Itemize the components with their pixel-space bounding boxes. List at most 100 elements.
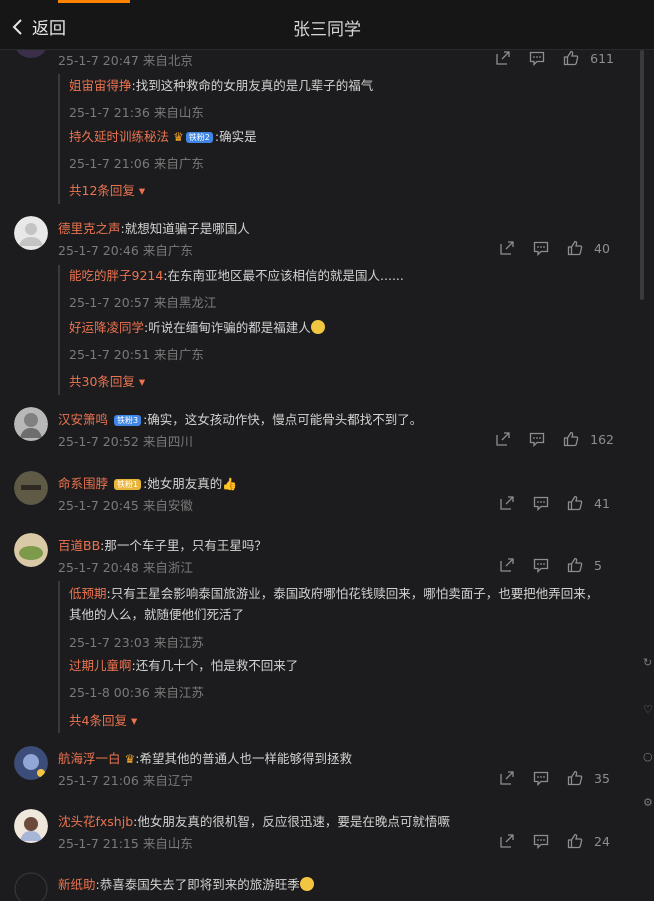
comment-text: 命系围脖 铁粉1:她女朋友真的👍 (58, 476, 238, 491)
comment-icon[interactable] (520, 430, 554, 448)
thumbs-up-icon[interactable] (558, 832, 592, 850)
comment-actions: 5 (490, 556, 614, 574)
page-title: 张三同学 (293, 20, 361, 40)
comment-actions: 162 (486, 430, 614, 448)
reply-text: 过期儿童啊:还有几十个，怕是救不回来了 (69, 658, 299, 673)
comment-icon[interactable] (524, 494, 558, 512)
comment-text: 新纸助:恭喜泰国失去了即将到来的旅游旺季 (58, 874, 314, 893)
comment-username[interactable]: 百道BB (58, 538, 100, 553)
comment-actions: 41 (490, 494, 614, 512)
comment-icon[interactable] (524, 239, 558, 257)
caret-down-icon: ▾ (138, 183, 146, 198)
more-replies-link[interactable]: 共4条回复 ▾ (69, 710, 137, 729)
caret-down-icon: ▾ (138, 374, 146, 389)
comment-actions: 35 (490, 769, 614, 787)
reply-username[interactable]: 过期儿童啊 (69, 658, 132, 673)
thumbs-up-emoji-icon: 👍 (222, 477, 238, 491)
reply-username[interactable]: 姐宙宙得挣 (69, 78, 132, 93)
comment-meta: 25-1-7 21:15 来自山东 (58, 836, 193, 851)
thumbs-up-icon[interactable] (558, 494, 592, 512)
comment-text: 航海浮一白 ♛:希望其他的普通人也一样能够得到拯救 (58, 751, 352, 766)
reply-meta: 25-1-8 00:36 来自江苏 (69, 685, 204, 700)
comment-text: 沈头花fxshjb:他女朋友真的很机智，反应很迅速，要是在晚点可就悟噘 (58, 814, 450, 829)
reply-username[interactable]: 能吃的胖子9214 (69, 268, 163, 283)
reply-item: 姐宙宙得挣:找到这种救命的女朋友真的是几辈子的福气 25-1-7 21:36 来… (69, 77, 617, 121)
comment-text: 百道BB:那一个车子里，只有王星吗？ (58, 538, 267, 553)
accent-indicator (58, 0, 130, 3)
reply-list: 低预期:只有王星会影响泰国旅游业，泰国政府哪怕花钱赎回来，哪怕卖面子，也要把他弄… (58, 581, 624, 733)
like-count[interactable]: 5 (594, 558, 614, 573)
side-comment-icon[interactable]: ○ (643, 750, 654, 764)
like-count[interactable]: 611 (590, 51, 614, 66)
side-heart-icon[interactable]: ♡ (643, 703, 654, 717)
like-count[interactable]: 24 (594, 834, 614, 849)
reply-text: 低预期:只有王星会影响泰国旅游业，泰国政府哪怕花钱赎回来，哪怕卖面子，也要把他弄… (69, 586, 599, 622)
fan-badge: 铁粉1 (114, 479, 142, 490)
comment-username[interactable]: 命系围脖 (58, 476, 108, 491)
thumbs-up-icon[interactable] (558, 239, 592, 257)
like-count[interactable]: 162 (590, 432, 614, 447)
reply-item: 过期儿童啊:还有几十个，怕是救不回来了 25-1-8 00:36 来自江苏 (69, 657, 617, 701)
crown-icon: ♛ (173, 130, 184, 144)
comment-text: 汉安箫鸣 铁粉3:确实，这女孩动作快，慢点可能骨头都找不到了。 (58, 412, 423, 427)
avatar[interactable] (14, 533, 48, 567)
more-replies-link[interactable]: 共30条回复 ▾ (69, 371, 145, 390)
reply-item: 持久延时训练秘法 ♛ 铁粉2:确实是 25-1-7 21:06 来自广东 (69, 128, 617, 172)
comment-username[interactable]: 德里克之声 (58, 221, 121, 236)
comment-username[interactable]: 汉安箫鸣 (58, 412, 108, 427)
share-icon[interactable] (486, 430, 520, 448)
reply-username[interactable]: 好运降凌同学 (69, 320, 144, 335)
avatar[interactable] (14, 809, 48, 843)
comment-meta: 25-1-7 20:47 来自北京 (58, 53, 193, 68)
comment-list: 25-1-7 20:47 来自北京 611 姐宙宙得挣:找到这种救命的女朋友真的… (0, 0, 634, 901)
share-icon[interactable] (490, 769, 524, 787)
thumbs-up-icon[interactable] (554, 49, 588, 67)
avatar[interactable] (14, 746, 48, 780)
reply-item: 好运降凌同学:听说在缅甸诈骗的都是福建人 25-1-7 20:51 来自广东 (69, 319, 617, 363)
like-count[interactable]: 40 (594, 241, 614, 256)
fan-badge: 铁粉2 (185, 132, 213, 143)
comment-meta: 25-1-7 20:46 来自广东 (58, 243, 193, 258)
share-icon[interactable] (490, 556, 524, 574)
caret-down-icon: ▾ (130, 713, 138, 728)
comment-username[interactable]: 航海浮一白 (58, 751, 121, 766)
comment-icon[interactable] (524, 832, 558, 850)
share-icon[interactable] (490, 494, 524, 512)
avatar[interactable] (14, 216, 48, 250)
comment-actions: 24 (490, 832, 614, 850)
reply-text: 持久延时训练秘法 ♛ 铁粉2:确实是 (69, 129, 257, 144)
share-icon[interactable] (490, 832, 524, 850)
like-count[interactable]: 41 (594, 496, 614, 511)
reply-username[interactable]: 持久延时训练秘法 (69, 129, 169, 144)
scrollbar[interactable] (640, 50, 644, 300)
reply-meta: 25-1-7 23:03 来自江苏 (69, 635, 204, 650)
avatar[interactable] (14, 407, 48, 441)
more-replies-link[interactable]: 共12条回复 ▾ (69, 180, 145, 199)
comment-icon[interactable] (524, 556, 558, 574)
reply-meta: 25-1-7 20:51 来自广东 (69, 347, 204, 362)
laugh-emoji-icon (299, 877, 314, 891)
thumbs-up-icon[interactable] (558, 556, 592, 574)
thumbs-up-icon[interactable] (554, 430, 588, 448)
comment-username[interactable]: 新纸助 (58, 877, 96, 892)
comment-username[interactable]: 沈头花fxshjb (58, 814, 133, 829)
share-icon[interactable] (486, 49, 520, 67)
fan-badge: 铁粉3 (114, 415, 142, 426)
comment-meta: 25-1-7 20:45 来自安徽 (58, 498, 193, 513)
avatar[interactable] (14, 471, 48, 505)
comment-icon[interactable] (524, 769, 558, 787)
comment-icon[interactable] (520, 49, 554, 67)
avatar[interactable] (14, 872, 48, 901)
reply-meta: 25-1-7 20:57 来自黑龙江 (69, 295, 217, 310)
side-more-icon[interactable]: ⚙ (643, 796, 654, 810)
reply-text: 姐宙宙得挣:找到这种救命的女朋友真的是几辈子的福气 (69, 78, 374, 93)
thumbs-up-icon[interactable] (558, 769, 592, 787)
like-count[interactable]: 35 (594, 771, 614, 786)
reply-meta: 25-1-7 21:36 来自山东 (69, 105, 204, 120)
share-icon[interactable] (490, 239, 524, 257)
side-share-icon[interactable]: ↻ (643, 656, 654, 670)
comment-text: 德里克之声:就想知道骗子是哪国人 (58, 221, 250, 236)
reply-username[interactable]: 低预期 (69, 586, 107, 601)
comment-meta: 25-1-7 21:06 来自辽宁 (58, 773, 193, 788)
comment-actions: 40 (490, 239, 614, 257)
